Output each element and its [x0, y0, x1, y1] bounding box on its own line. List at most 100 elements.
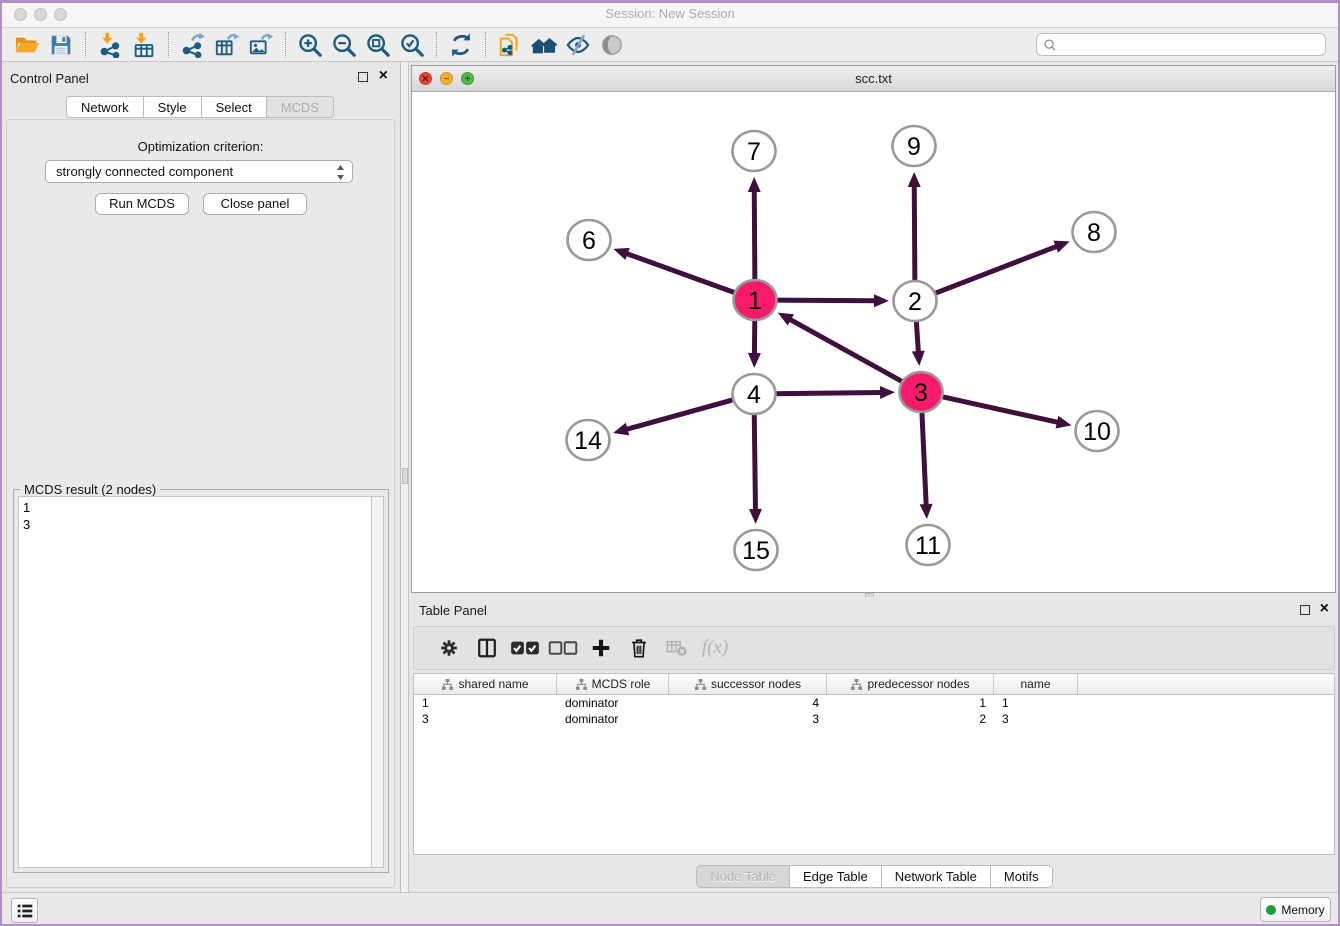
graph-node-label-4: 4	[747, 381, 761, 409]
graph-node-label-1: 1	[748, 287, 762, 315]
column-header-mcds-role[interactable]: MCDS role	[557, 674, 669, 694]
first-neighbors-icon	[531, 32, 557, 58]
network-canvas-svg[interactable]: 7968124314101511	[412, 92, 1335, 592]
export-image-button[interactable]	[244, 30, 278, 60]
column-header-name[interactable]: name	[994, 674, 1078, 694]
cell-name[interactable]: 3	[994, 711, 1078, 727]
column-header-successor-nodes[interactable]: successor nodes	[669, 674, 827, 694]
save-session-button[interactable]	[44, 30, 78, 60]
shared-column-icon	[441, 678, 454, 691]
control-panel: Control Panel × NetworkStyleSelectMCDS O…	[0, 62, 401, 892]
tab-network-table[interactable]: Network Table	[882, 865, 991, 888]
cell-predecessor-nodes[interactable]: 1	[827, 695, 994, 711]
cell-shared-name[interactable]: 1	[414, 695, 557, 711]
tab-select[interactable]: Select	[202, 96, 267, 118]
table-mode-button[interactable]	[430, 633, 468, 663]
workspace: Control Panel × NetworkStyleSelectMCDS O…	[0, 62, 1340, 892]
show-hide-columns-icon	[476, 637, 498, 659]
control-panel-float-button[interactable]	[358, 72, 368, 82]
toolbar-separator	[168, 32, 169, 58]
edge-3-11[interactable]	[922, 410, 926, 506]
tab-network[interactable]: Network	[66, 96, 144, 118]
optimization-criterion-select[interactable]: strongly connected component	[45, 160, 353, 183]
export-table-icon	[214, 32, 240, 58]
table-row-2[interactable]: 3dominator323	[414, 711, 1334, 727]
memory-button[interactable]: Memory	[1260, 897, 1331, 922]
criterion-selected-value: strongly connected component	[56, 164, 233, 179]
column-header-label: name	[1020, 677, 1050, 691]
first-neighbors-button[interactable]	[527, 30, 561, 60]
edge-3-10[interactable]	[939, 396, 1059, 423]
mcds-panel: Optimization criterion: strongly connect…	[6, 119, 395, 888]
tab-style[interactable]: Style	[144, 96, 202, 118]
edge-1-2[interactable]	[773, 300, 876, 301]
zoom-in-button[interactable]	[293, 30, 327, 60]
save-session-icon	[48, 32, 74, 58]
mcds-result-text[interactable]: 1 3	[18, 496, 371, 868]
tab-node-table[interactable]: Node Table	[696, 865, 790, 888]
control-panel-close-button[interactable]: ×	[379, 65, 388, 87]
mcds-result-scrollbar[interactable]	[371, 496, 384, 868]
cell-mcds-role[interactable]: dominator	[557, 711, 669, 727]
birdseye-view-button[interactable]	[595, 30, 629, 60]
import-table-button[interactable]	[127, 30, 161, 60]
zoom-fit-button[interactable]	[361, 30, 395, 60]
function-builder-icon: f(x)	[702, 637, 728, 659]
search-input[interactable]	[1061, 38, 1319, 52]
delete-columns-button[interactable]	[620, 633, 658, 663]
shared-column-icon	[850, 678, 863, 691]
graph-node-label-11: 11	[915, 532, 941, 560]
cell-successor-nodes[interactable]: 4	[669, 695, 827, 711]
edge-4-15[interactable]	[754, 412, 755, 511]
column-header-predecessor-nodes[interactable]: predecessor nodes	[827, 674, 994, 694]
edge-arrow-1-2	[874, 294, 889, 307]
deselect-all-columns-button[interactable]	[544, 633, 582, 663]
export-network-button[interactable]	[176, 30, 210, 60]
import-network-button[interactable]	[93, 30, 127, 60]
tab-mcds[interactable]: MCDS	[267, 96, 334, 118]
network-window-titlebar[interactable]: ✕ − + scc.txt	[412, 66, 1335, 92]
vertical-splitter[interactable]	[401, 62, 409, 892]
edge-1-7[interactable]	[754, 190, 755, 282]
table-panel-close-button[interactable]: ×	[1320, 598, 1329, 620]
edge-2-8[interactable]	[932, 246, 1058, 294]
show-hide-columns-button[interactable]	[468, 633, 506, 663]
tab-edge-table[interactable]: Edge Table	[790, 865, 882, 888]
toolbar-separator	[485, 32, 486, 58]
birdseye-view-icon	[599, 32, 625, 58]
cell-name[interactable]: 1	[994, 695, 1078, 711]
node-table-body: 1dominator4113dominator323	[414, 695, 1334, 727]
edge-arrow-2-9	[908, 172, 921, 187]
export-table-button[interactable]	[210, 30, 244, 60]
cell-successor-nodes[interactable]: 3	[669, 711, 827, 727]
zoom-out-button[interactable]	[327, 30, 361, 60]
tab-motifs[interactable]: Motifs	[991, 865, 1053, 888]
zoom-selected-button[interactable]	[395, 30, 429, 60]
open-session-button[interactable]	[10, 30, 44, 60]
edge-3-1[interactable]	[789, 319, 905, 383]
edge-1-6[interactable]	[626, 253, 738, 294]
vertical-splitter-handle[interactable]	[402, 468, 408, 484]
new-network-from-selection-button[interactable]	[493, 30, 527, 60]
column-header-shared-name[interactable]: shared name	[414, 674, 557, 694]
close-panel-button[interactable]: Close panel	[203, 193, 307, 215]
select-all-columns-button[interactable]	[506, 633, 544, 663]
status-menu-button[interactable]	[11, 898, 38, 923]
cell-shared-name[interactable]: 3	[414, 711, 557, 727]
cell-predecessor-nodes[interactable]: 2	[827, 711, 994, 727]
edge-2-3[interactable]	[916, 319, 918, 353]
edge-2-9[interactable]	[914, 185, 915, 283]
search-box[interactable]	[1036, 33, 1326, 56]
edge-4-14[interactable]	[626, 399, 737, 430]
edge-arrow-4-3	[880, 386, 895, 399]
table-panel-float-button[interactable]	[1300, 605, 1310, 615]
network-window: ✕ − + scc.txt 7968124314101511	[411, 65, 1336, 593]
run-mcds-button[interactable]: Run MCDS	[95, 193, 189, 215]
table-row-1[interactable]: 1dominator411	[414, 695, 1334, 711]
edge-4-3[interactable]	[772, 392, 882, 393]
hide-selected-button[interactable]	[561, 30, 595, 60]
cell-mcds-role[interactable]: dominator	[557, 695, 669, 711]
refresh-view-button[interactable]	[444, 30, 478, 60]
delete-table-button	[658, 633, 696, 663]
create-column-button[interactable]	[582, 633, 620, 663]
